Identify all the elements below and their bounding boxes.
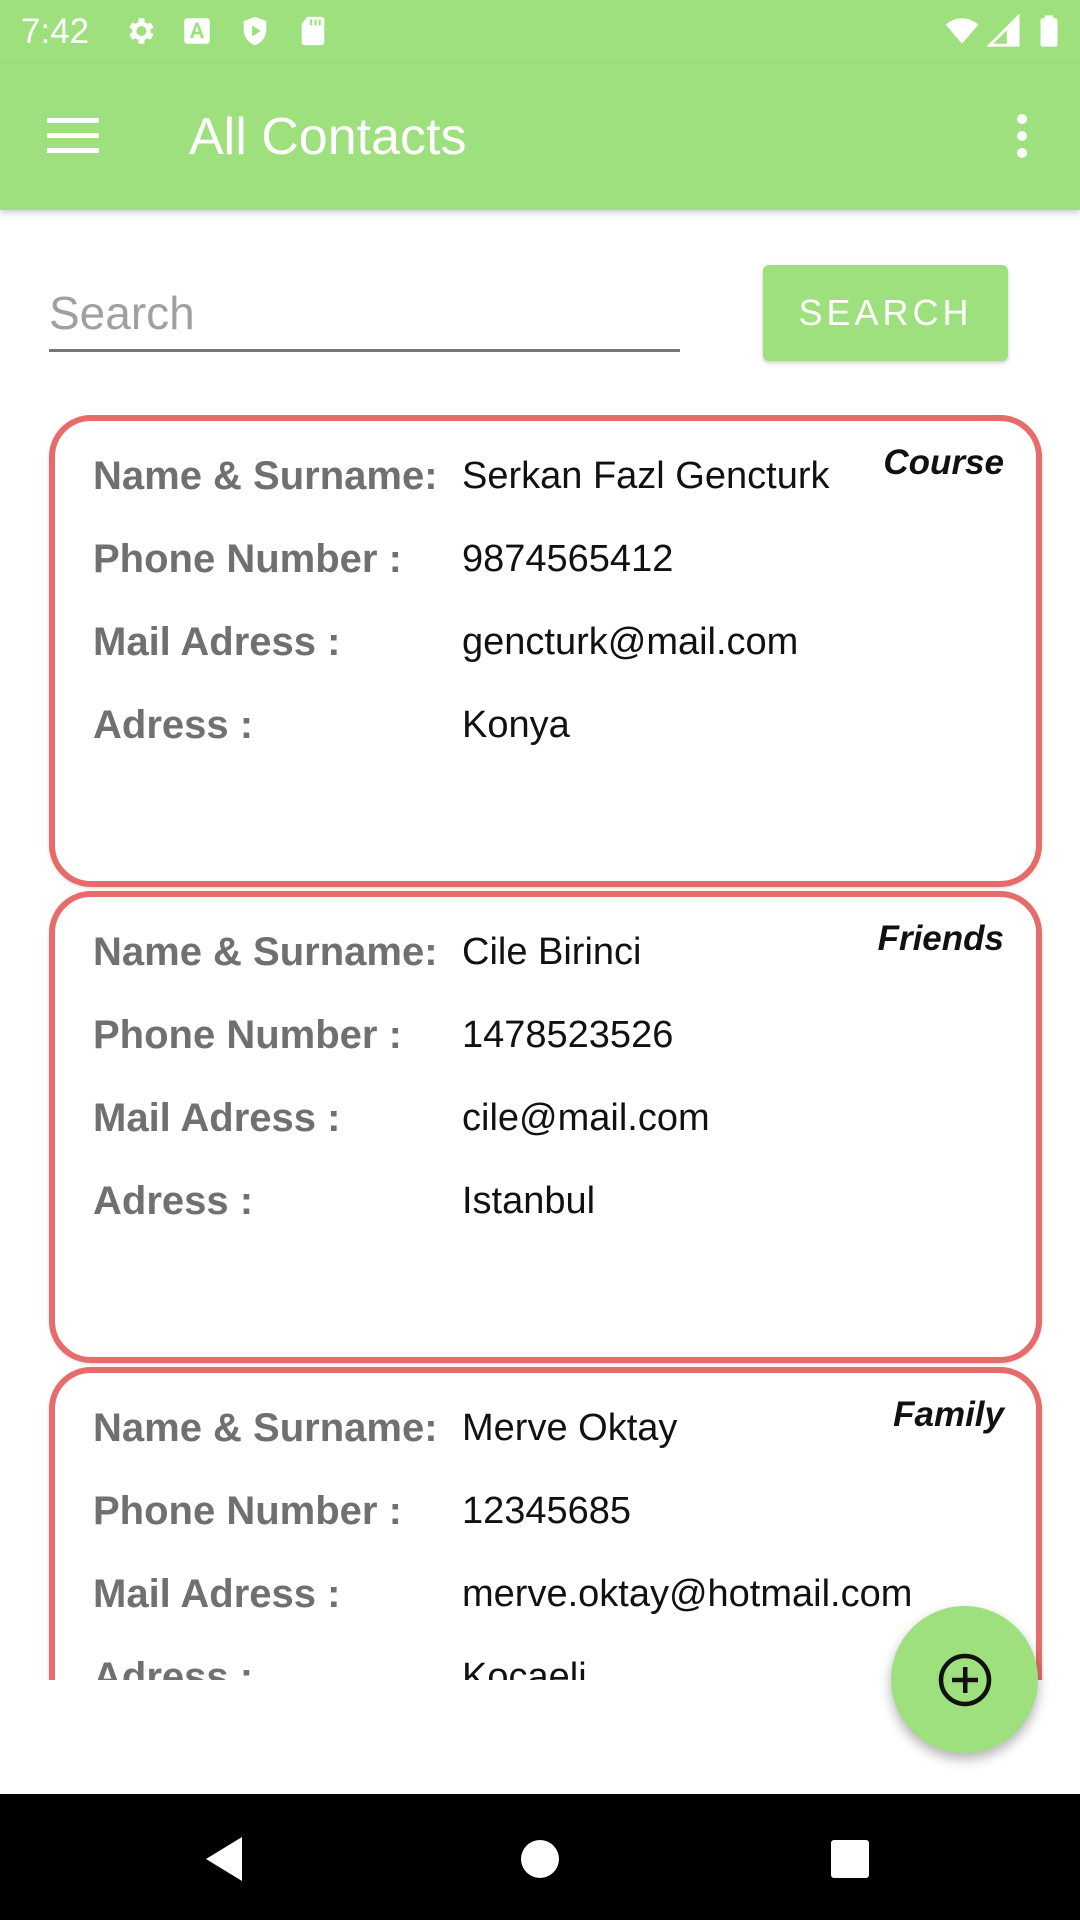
contact-mail-row: Mail Adress : gencturk@mail.com: [93, 617, 798, 667]
more-vert-icon[interactable]: [1002, 101, 1042, 171]
contact-address: Konya: [462, 703, 570, 746]
sd-card-icon: [294, 12, 332, 50]
contact-category: Friends: [877, 919, 1004, 958]
contact-phone: 12345685: [462, 1489, 632, 1532]
name-label: Name & Surname:: [93, 453, 438, 498]
page-title: All Contacts: [189, 108, 467, 166]
screen: 7:42 All Contacts Search SEARCH Course N…: [0, 0, 1080, 1920]
text-a-icon: [178, 12, 216, 50]
contact-mail: merve.oktay@hotmail.com: [462, 1572, 913, 1615]
home-icon[interactable]: [505, 1824, 575, 1894]
mail-label: Mail Adress :: [93, 1571, 341, 1616]
search-input[interactable]: [49, 282, 680, 352]
contact-address-row: Adress : Konya: [93, 700, 570, 750]
contact-phone-row: Phone Number : 9874565412: [93, 534, 673, 584]
contact-address: Istanbul: [462, 1179, 596, 1222]
contact-mail: gencturk@mail.com: [462, 620, 799, 663]
name-label: Name & Surname:: [93, 1405, 438, 1450]
contact-card[interactable]: Friends Name & Surname: Cile Birinci Pho…: [49, 891, 1042, 1363]
contact-address-row: Adress : Kocaeli: [93, 1652, 587, 1681]
shield-play-icon: [236, 12, 274, 50]
contact-phone-row: Phone Number : 12345685: [93, 1486, 631, 1536]
contact-card[interactable]: Course Name & Surname: Serkan Fazl Genct…: [49, 415, 1042, 887]
mail-label: Mail Adress :: [93, 1095, 341, 1140]
signal-icon: [985, 12, 1023, 50]
status-time: 7:42: [21, 12, 90, 51]
add-circle-icon: [938, 1653, 991, 1706]
wifi-icon: [943, 12, 981, 50]
navigation-bar: [0, 1794, 1080, 1920]
contact-list[interactable]: Course Name & Surname: Serkan Fazl Genct…: [0, 415, 1080, 1680]
search-button[interactable]: SEARCH: [763, 265, 1008, 361]
phone-label: Phone Number :: [93, 1488, 402, 1533]
contact-name-row: Name & Surname: Serkan Fazl Gencturk: [93, 451, 829, 501]
app-bar: All Contacts: [0, 63, 1080, 210]
phone-label: Phone Number :: [93, 536, 402, 581]
contact-name-row: Name & Surname: Merve Oktay: [93, 1403, 677, 1453]
contact-address-row: Adress : Istanbul: [93, 1176, 595, 1226]
settings-icon: [121, 12, 159, 50]
back-icon[interactable]: [190, 1824, 260, 1894]
address-label: Adress :: [93, 1178, 254, 1223]
contact-address: Kocaeli: [462, 1655, 587, 1681]
address-label: Adress :: [93, 1654, 254, 1681]
contact-category: Family: [893, 1395, 1004, 1434]
contact-phone: 9874565412: [462, 537, 674, 580]
address-label: Adress :: [93, 702, 254, 747]
contact-mail-row: Mail Adress : cile@mail.com: [93, 1093, 710, 1143]
name-label: Name & Surname:: [93, 929, 438, 974]
contact-card[interactable]: Family Name & Surname: Merve Oktay Phone…: [49, 1367, 1042, 1680]
contact-name: Serkan Fazl Gencturk: [462, 454, 830, 497]
contact-mail-row: Mail Adress : merve.oktay@hotmail.com: [93, 1569, 912, 1619]
add-contact-button[interactable]: [891, 1606, 1038, 1753]
contact-mail: cile@mail.com: [462, 1096, 710, 1139]
contact-phone-row: Phone Number : 1478523526: [93, 1010, 673, 1060]
recents-icon[interactable]: [815, 1824, 885, 1894]
hamburger-menu-icon[interactable]: [38, 105, 108, 165]
battery-icon: [1030, 12, 1068, 50]
contact-name-row: Name & Surname: Cile Birinci: [93, 927, 641, 977]
contact-phone: 1478523526: [462, 1013, 674, 1056]
phone-label: Phone Number :: [93, 1012, 402, 1057]
contact-name: Cile Birinci: [462, 930, 642, 973]
mail-label: Mail Adress :: [93, 619, 341, 664]
status-bar: 7:42: [0, 0, 1080, 63]
contact-name: Merve Oktay: [462, 1406, 678, 1449]
contact-category: Course: [883, 443, 1004, 482]
